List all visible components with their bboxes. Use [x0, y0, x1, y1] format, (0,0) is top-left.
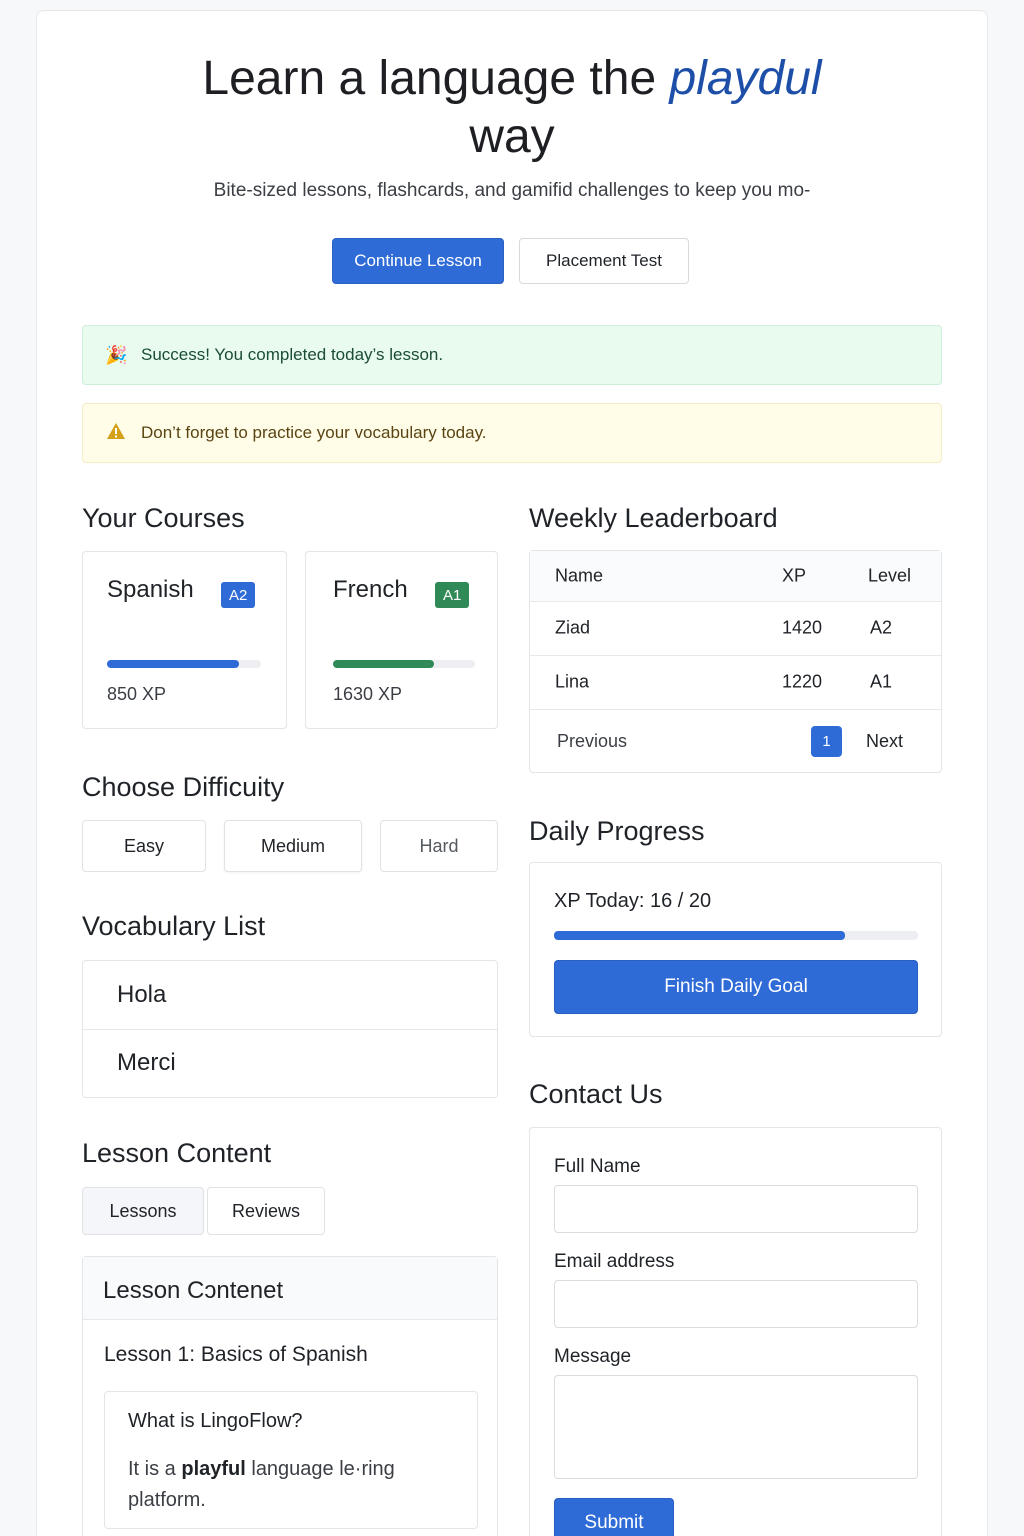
full-name-label: Full Name	[554, 1156, 641, 1177]
faq-question: What is LingoFlow?	[128, 1410, 303, 1432]
vocabulary-item[interactable]: Hola	[83, 961, 497, 1029]
cell-level: A1	[870, 671, 893, 692]
lesson-card-header: Lesson Cↄntenet	[83, 1257, 497, 1320]
table-row: Lina 1220 A1	[530, 655, 941, 709]
lesson-content-heading: Lesson Content	[82, 1138, 272, 1168]
level-badge: A1	[435, 582, 470, 608]
courses-heading: Your Courses	[82, 503, 245, 533]
tab-lessons[interactable]: Lessons	[82, 1187, 204, 1235]
xp-today-text: XP Today: 16 / 20	[554, 890, 712, 912]
warning-alert-text: Don’t forget to practice your vocabulary…	[141, 423, 487, 442]
cell-xp: 1420	[782, 617, 823, 638]
faq-answer: It is a playful language le·ring platfor…	[128, 1454, 448, 1516]
difficulty-hard-button[interactable]: Hard	[380, 820, 498, 872]
warning-triangle-icon	[105, 422, 127, 445]
submit-button[interactable]: Submit	[554, 1498, 674, 1536]
success-alert: 🎉 Success! You completed today’s lesson.	[82, 325, 942, 385]
vocabulary-item[interactable]: Merci	[83, 1029, 497, 1097]
daily-progress-heading: Daily Progress	[529, 816, 705, 846]
contact-form: Full Name Email address Message Submit	[529, 1127, 942, 1536]
course-progress-bar	[107, 660, 261, 668]
leaderboard-heading: Weekly Leaderboard	[529, 503, 778, 533]
cell-name: Ziad	[555, 617, 591, 638]
tab-reviews[interactable]: Reviews	[207, 1187, 325, 1235]
daily-progress-card: XP Today: 16 / 20 Finish Daily Goal	[529, 862, 942, 1037]
cell-name: Lina	[555, 671, 590, 692]
lesson-card-title: Lesson Cↄntenet	[103, 1277, 284, 1304]
message-textarea[interactable]	[554, 1375, 918, 1479]
course-xp: 1630 XP	[333, 684, 403, 704]
column-header-level: Level	[868, 565, 912, 586]
row-divider	[530, 709, 941, 710]
course-xp: 850 XP	[107, 684, 167, 704]
daily-progress-fill	[554, 931, 846, 940]
party-popper-icon: 🎉	[105, 344, 128, 365]
placement-test-button[interactable]: Placement Test	[519, 238, 689, 284]
contact-heading: Contact Us	[529, 1079, 663, 1109]
warning-alert: Don’t forget to practice your vocabulary…	[82, 403, 942, 463]
course-progress-fill	[107, 660, 240, 668]
vocabulary-heading: Vocabulary List	[82, 911, 266, 941]
column-header-name: Name	[555, 565, 604, 586]
pagination-page[interactable]: 1	[811, 726, 842, 757]
difficulty-heading: Choose Difficuity	[82, 772, 285, 802]
email-input[interactable]	[554, 1280, 918, 1328]
cell-xp: 1220	[782, 671, 823, 692]
lesson-card: Lesson Cↄntenet Lesson 1: Basics of Span…	[82, 1256, 498, 1536]
finish-daily-goal-button[interactable]: Finish Daily Goal	[554, 960, 918, 1014]
continue-lesson-button[interactable]: Continue Lesson	[332, 238, 504, 284]
course-card-spanish[interactable]: Spanish A2 850 XP	[82, 551, 287, 729]
hero-title-prefix: Learn a language the	[202, 52, 670, 105]
daily-progress-bar	[554, 931, 918, 940]
faq-card: What is LingoFlow? It is a playful langu…	[104, 1391, 478, 1529]
course-name: Spanish	[107, 576, 194, 603]
hero-subtitle: Bite-sized lessons, flashcards, and gami…	[213, 180, 811, 201]
difficulty-medium-button[interactable]: Medium	[224, 820, 362, 872]
table-row: Ziad 1420 A2	[530, 601, 941, 655]
faq-answer-bold: playful	[181, 1458, 246, 1480]
faq-answer-prefix: It is a	[128, 1458, 182, 1480]
hero-title-accent: playdul	[669, 52, 822, 105]
leaderboard-table: Name XP Level Ziad 1420 A2 Lina 1220 A1 …	[529, 550, 942, 773]
message-label: Message	[554, 1346, 632, 1367]
pagination-previous[interactable]: Previous	[557, 731, 627, 752]
leaderboard-header-row: Name XP Level	[530, 551, 941, 601]
course-card-french[interactable]: French A1 1630 XP	[305, 551, 498, 729]
success-alert-text: Success! You completed today’s lesson.	[141, 345, 444, 364]
column-header-xp: XP	[782, 565, 807, 586]
hero-title-suffix: way	[469, 110, 555, 163]
course-progress-fill	[333, 660, 434, 668]
vocabulary-list: Hola Merci	[82, 960, 498, 1098]
lesson-title: Lesson 1: Basics of Spanish	[104, 1343, 368, 1366]
course-progress-bar	[333, 660, 475, 668]
level-badge: A2	[221, 582, 256, 608]
difficulty-easy-button[interactable]: Easy	[82, 820, 206, 872]
course-name: French	[333, 576, 408, 603]
cell-level: A2	[870, 617, 893, 638]
full-name-input[interactable]	[554, 1185, 918, 1233]
hero-title: Learn a language the playdul way	[0, 50, 1024, 166]
email-label: Email address	[554, 1251, 675, 1272]
pagination-next[interactable]: Next	[866, 731, 903, 752]
